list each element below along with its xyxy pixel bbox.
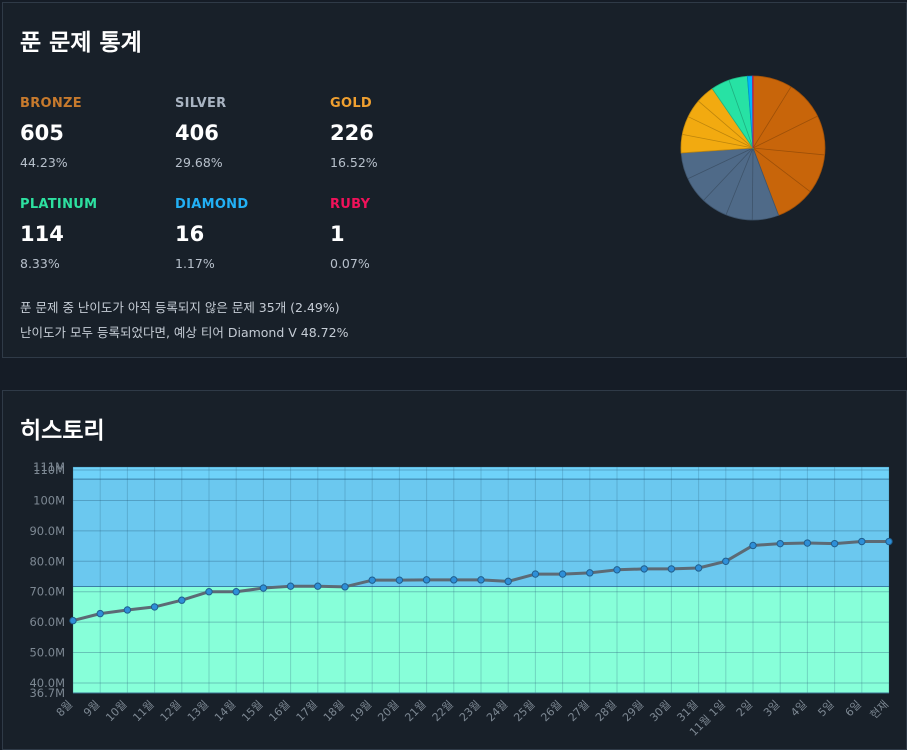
tier-count: 16 <box>175 222 325 246</box>
data-point[interactable] <box>451 577 457 583</box>
stats-card: 푼 문제 통계 BRONZE 605 44.23% SILVER 406 29.… <box>2 2 907 358</box>
tier-name: RUBY <box>330 197 480 212</box>
x-tick-label: 26월 <box>538 698 564 724</box>
x-tick-label: 24월 <box>484 698 510 724</box>
tier-percent: 0.07% <box>330 256 480 271</box>
data-point[interactable] <box>886 538 892 544</box>
data-point[interactable] <box>396 577 402 583</box>
tier-ruby: RUBY 1 0.07% <box>330 197 480 271</box>
data-point[interactable] <box>505 578 511 584</box>
x-tick-label: 현재 <box>868 698 892 722</box>
x-tick-label: 9월 <box>81 698 102 719</box>
tier-percent: 29.68% <box>175 155 325 170</box>
tier-name: SILVER <box>175 96 325 111</box>
tier-pie-chart[interactable] <box>675 73 835 233</box>
data-point[interactable] <box>342 584 348 590</box>
data-point[interactable] <box>668 566 674 572</box>
tier-platinum: PLATINUM 114 8.33% <box>20 197 170 271</box>
y-tick-label: 70.0M <box>29 585 65 599</box>
data-point[interactable] <box>423 577 429 583</box>
x-tick-label: 15월 <box>239 698 265 724</box>
y-tick-label: 50.0M <box>29 646 65 660</box>
x-tick-label: 5일 <box>815 697 837 719</box>
x-tick-label: 19월 <box>348 698 374 724</box>
x-tick-label: 4일 <box>788 697 810 719</box>
x-tick-label: 12월 <box>158 698 184 724</box>
tier-percent: 1.17% <box>175 256 325 271</box>
data-point[interactable] <box>260 585 266 591</box>
data-point[interactable] <box>369 577 375 583</box>
tier-percent: 8.33% <box>20 256 170 271</box>
y-tick-label: 111M <box>33 460 65 474</box>
data-point[interactable] <box>587 570 593 576</box>
data-point[interactable] <box>70 617 76 623</box>
data-point[interactable] <box>151 604 157 610</box>
unrated-note: 푼 문제 중 난이도가 아직 등록되지 않은 문제 35개 (2.49%) <box>20 297 340 316</box>
data-point[interactable] <box>179 597 185 603</box>
data-point[interactable] <box>695 565 701 571</box>
x-tick-label: 20월 <box>375 698 401 724</box>
x-tick-label: 14월 <box>212 698 238 724</box>
x-tick-label: 21월 <box>402 698 428 724</box>
tier-diamond: DIAMOND 16 1.17% <box>175 197 325 271</box>
x-tick-label: 13월 <box>185 698 211 724</box>
y-tick-label: 80.0M <box>29 554 65 568</box>
x-tick-label: 23월 <box>457 698 483 724</box>
tier-percent: 44.23% <box>20 155 170 170</box>
data-point[interactable] <box>859 538 865 544</box>
x-tick-label: 30월 <box>647 698 673 724</box>
data-point[interactable] <box>478 577 484 583</box>
tier-count: 406 <box>175 121 325 145</box>
data-point[interactable] <box>723 558 729 564</box>
stats-title: 푼 문제 통계 <box>20 23 142 57</box>
history-card: 히스토리 36.7M40.0M50.0M60.0M70.0M80.0M90.0M… <box>2 390 907 750</box>
tier-count: 1 <box>330 222 480 246</box>
data-point[interactable] <box>532 571 538 577</box>
x-tick-label: 2일 <box>733 697 755 719</box>
tier-name: BRONZE <box>20 96 170 111</box>
data-point[interactable] <box>97 610 103 616</box>
data-point[interactable] <box>831 540 837 546</box>
x-tick-label: 22월 <box>430 698 456 724</box>
data-point[interactable] <box>804 540 810 546</box>
data-point[interactable] <box>206 589 212 595</box>
x-tick-label: 3일 <box>760 697 782 719</box>
x-tick-label: 17월 <box>294 698 320 724</box>
tier-count: 226 <box>330 121 480 145</box>
y-tick-label: 100M <box>33 493 65 507</box>
history-line-chart[interactable]: 36.7M40.0M50.0M60.0M70.0M80.0M90.0M100M1… <box>3 391 906 749</box>
x-tick-label: 18월 <box>321 698 347 724</box>
tier-name: GOLD <box>330 96 480 111</box>
x-tick-label: 27월 <box>566 698 592 724</box>
y-tick-label: 40.0M <box>29 676 65 690</box>
data-point[interactable] <box>287 583 293 589</box>
x-tick-label: 6일 <box>842 697 864 719</box>
data-point[interactable] <box>315 583 321 589</box>
data-point[interactable] <box>559 571 565 577</box>
tier-name: PLATINUM <box>20 197 170 212</box>
x-tick-label: 11월 <box>130 698 156 724</box>
data-point[interactable] <box>614 567 620 573</box>
x-tick-label: 16월 <box>266 698 292 724</box>
data-point[interactable] <box>777 540 783 546</box>
y-tick-label: 60.0M <box>29 615 65 629</box>
data-point[interactable] <box>641 566 647 572</box>
data-point[interactable] <box>233 589 239 595</box>
x-tick-label: 10월 <box>103 698 129 724</box>
data-point[interactable] <box>750 542 756 548</box>
y-tick-label: 90.0M <box>29 524 65 538</box>
x-tick-label: 25월 <box>511 698 537 724</box>
tier-bronze: BRONZE 605 44.23% <box>20 96 170 170</box>
x-tick-label: 29월 <box>620 698 646 724</box>
tier-percent: 16.52% <box>330 155 480 170</box>
expected-tier-note: 난이도가 모두 등록되었다면, 예상 티어 Diamond V 48.72% <box>20 322 348 341</box>
data-point[interactable] <box>124 607 130 613</box>
tier-count: 605 <box>20 121 170 145</box>
tier-count: 114 <box>20 222 170 246</box>
tier-gold: GOLD 226 16.52% <box>330 96 480 170</box>
x-tick-label: 28월 <box>593 698 619 724</box>
x-tick-label: 8월 <box>54 698 75 719</box>
tier-name: DIAMOND <box>175 197 325 212</box>
tier-silver: SILVER 406 29.68% <box>175 96 325 170</box>
